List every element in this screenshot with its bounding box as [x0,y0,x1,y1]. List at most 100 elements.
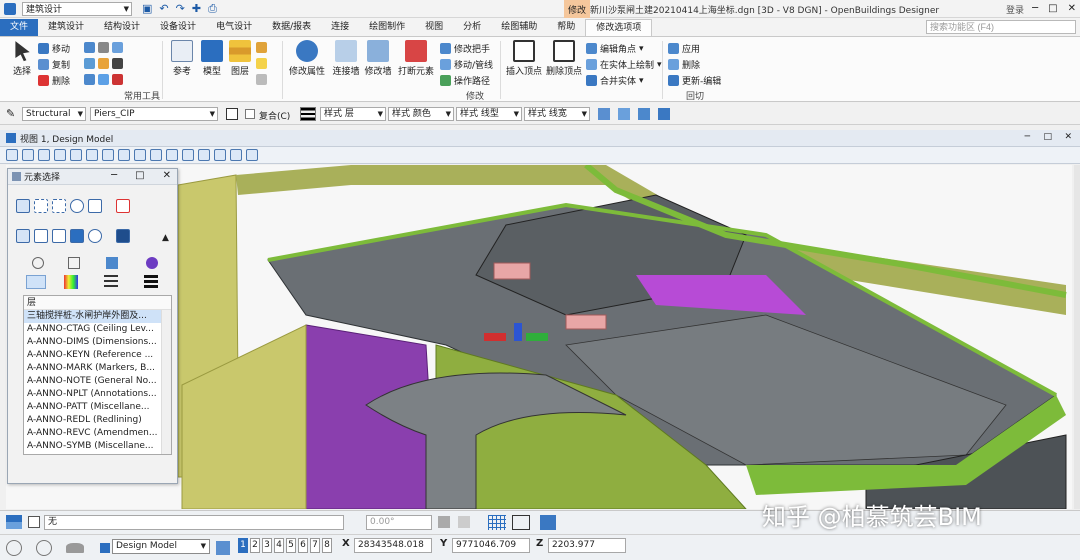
edit-corner-button[interactable]: 编辑角点 ▾ [586,42,644,55]
update-edit-button[interactable]: 更新-编辑 [668,74,721,87]
close-button[interactable]: ✕ [1064,132,1072,142]
delete-button[interactable]: 删除 [38,74,70,87]
tab-mechanical[interactable]: 设备设计 [150,19,206,36]
block-select-icon[interactable] [34,199,48,213]
zoom-in-icon[interactable] [54,149,66,161]
list-item[interactable]: A-ANNO-CTAG (Ceiling Lev... [24,323,171,336]
insert-vertex-button[interactable]: 插入顶点 [504,40,544,77]
view-previous-icon[interactable] [166,149,178,161]
color-tab-icon[interactable] [64,275,78,289]
minimize-button[interactable]: ─ [111,170,117,181]
save-icon[interactable]: ▣ [142,2,152,16]
merge-entity-button[interactable]: 合并实体 ▾ [586,74,644,87]
layer-manager-icon[interactable] [226,108,238,120]
attribute-tool-icon[interactable] [618,108,630,120]
pin-icon[interactable]: ✚ [192,2,201,16]
walk-icon[interactable] [150,149,162,161]
linetype-tab-icon[interactable] [104,275,118,289]
hat-icon[interactable] [66,543,84,553]
list-item[interactable]: A-ANNO-REVC (Amendmen... [24,427,171,440]
snap-settings-icon[interactable] [458,516,470,528]
render-icon[interactable] [246,149,258,161]
level-lock-icon[interactable] [28,516,40,528]
attr-tab-icon[interactable] [146,257,158,269]
add-selection-icon[interactable] [34,229,48,243]
remove-button[interactable]: 删除 [668,58,700,71]
modify-attributes-button[interactable]: 修改属性 [286,40,328,77]
login-link[interactable]: 登录 [1006,3,1024,16]
copy-view-icon[interactable] [198,149,210,161]
part-select[interactable]: Piers_CIP ▼ [90,107,218,121]
workspace-select[interactable]: 建筑设计 ▼ [22,1,132,16]
context-tab-modify[interactable]: 修改 [564,0,591,18]
line-weight-icon[interactable] [300,107,316,121]
tab-drawing-aids[interactable]: 绘图辅助 [491,19,547,36]
search-input[interactable] [926,20,1076,34]
list-item[interactable]: A-ANNO-DIMS (Dimensions... [24,336,171,349]
undo-icon[interactable]: ↶ [159,2,168,16]
layer-list-scrollbar[interactable] [161,310,171,454]
maximize-button[interactable]: □ [1043,132,1052,142]
tab-help[interactable]: 帮助 [547,19,585,36]
overlay-checkbox[interactable] [245,109,255,119]
tab-view[interactable]: 视图 [415,19,453,36]
subtract-selection-icon[interactable] [52,229,66,243]
view-button-4[interactable]: 4 [274,538,284,553]
close-button[interactable]: ✕ [1068,0,1076,18]
layer-button[interactable]: 图层 [220,40,260,77]
view-attributes-icon[interactable] [6,149,18,161]
pencil-icon[interactable]: ✎ [6,107,15,120]
x-coordinate-field[interactable]: 28343548.018 [354,538,432,553]
draw-on-entity-button[interactable]: 在实体上绘制 ▾ [586,58,662,71]
update-view-icon[interactable] [38,149,50,161]
color-icon[interactable] [98,74,109,85]
shape-select-icon[interactable] [52,199,66,213]
view-button-5[interactable]: 5 [286,538,296,553]
rotate-icon[interactable] [84,42,95,53]
tab-data-reports[interactable]: 数据/报表 [262,19,321,36]
rotate-view-icon[interactable] [118,149,130,161]
tab-electrical[interactable]: 电气设计 [206,19,262,36]
camera-icon[interactable] [230,149,242,161]
level-display-icon[interactable] [6,515,22,529]
operation-path-button[interactable]: 操作路径 [440,74,490,87]
view-button-6[interactable]: 6 [298,538,308,553]
individual-select-icon[interactable] [16,199,30,213]
tab-analysis[interactable]: 分析 [453,19,491,36]
layer-tool-3[interactable] [256,74,267,85]
attribute-tool-icon[interactable] [638,108,650,120]
scale-icon[interactable] [84,58,95,69]
view-button-2[interactable]: 2 [250,538,260,553]
view-next-icon[interactable] [182,149,194,161]
maximize-button[interactable]: □ [135,170,144,181]
attr-tab-icon[interactable] [32,257,44,269]
lineweight-style-select[interactable]: 样式 线宽 ▼ [524,107,590,121]
print-icon[interactable]: ⎙ [208,2,217,16]
tab-drawing-production[interactable]: 绘图制作 [359,19,415,36]
mirror-icon[interactable] [84,74,95,85]
close-button[interactable]: ✕ [163,170,171,181]
tab-connect[interactable]: 连接 [321,19,359,36]
delete-vertex-button[interactable]: 删除顶点 [544,40,584,77]
list-item[interactable]: A-ANNO-NOTE (General No... [24,375,171,388]
active-level-field[interactable]: 无 [44,515,344,530]
attr-tab-icon[interactable] [68,257,80,269]
maximize-button[interactable]: □ [1048,0,1057,18]
move-handle-button[interactable]: 移动/管线 [440,58,493,71]
paint-icon[interactable] [98,58,109,69]
list-item[interactable]: A-ANNO-KEYN (Reference ... [24,349,171,362]
list-item[interactable]: A-ANNO-MARK (Markers, B... [24,362,171,375]
tab-structural[interactable]: 结构设计 [94,19,150,36]
clip-volume-icon[interactable] [214,149,226,161]
attribute-tool-icon[interactable] [658,108,670,120]
clear-selection-icon[interactable] [116,199,130,213]
modify-handle-button[interactable]: 修改把手 [440,42,490,55]
move-button[interactable]: 移动 [38,42,70,55]
snap-icon[interactable] [438,516,450,528]
redo-icon[interactable]: ↷ [176,2,185,16]
select-button[interactable]: 选择 [2,40,42,77]
panel-header[interactable]: 元素选择 ─ □ ✕ [8,169,177,185]
list-item[interactable]: A-ANNO-PATT (Miscellane... [24,401,171,414]
view-groups-icon[interactable] [216,541,230,555]
apply-button[interactable]: 应用 [668,42,700,55]
